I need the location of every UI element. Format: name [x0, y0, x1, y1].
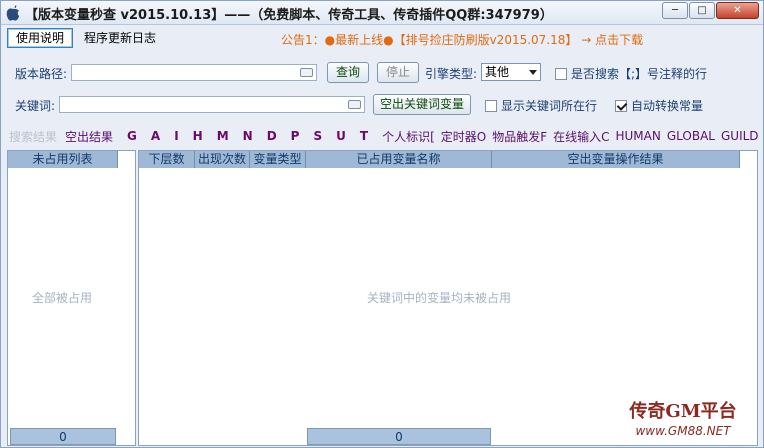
col-used-variable-name[interactable]: 已占用变量名称 — [306, 151, 492, 168]
engine-type-select[interactable]: 其他 — [481, 63, 541, 81]
show-line-label: 显示关键词所在行 — [501, 99, 598, 113]
query-button[interactable]: 查询 — [327, 62, 369, 83]
browse-icon[interactable] — [300, 68, 313, 77]
result-online-input[interactable]: 在线输入C — [553, 128, 609, 145]
empty-keyword-button[interactable]: 空出关键词变量 — [373, 94, 471, 115]
tab-bar: 使用说明 程序更新日志 — [7, 28, 167, 48]
unused-empty-message: 全部被占用 — [32, 291, 93, 305]
show-line-checkbox[interactable]: 显示关键词所在行 — [485, 97, 597, 114]
unused-list-panel[interactable]: 未占用列表 全部被占用 0 — [7, 150, 136, 446]
result-h[interactable]: H — [193, 129, 203, 143]
dropdown-icon[interactable] — [348, 100, 361, 109]
result-i[interactable]: I — [174, 129, 178, 143]
checkbox-icon — [485, 99, 497, 112]
maximize-button[interactable]: □ — [689, 2, 715, 19]
window-title: 【版本变量秒查 v2015.10.13】——（免费脚本、传奇工具、传奇插件QQ群… — [25, 8, 553, 23]
version-path-label: 版本路径: — [15, 67, 68, 81]
chevron-down-icon — [529, 70, 537, 75]
results-bar: 搜索结果 空出结果 G A I H M N D P S U T 个人标识[ 定时… — [9, 128, 764, 144]
result-p[interactable]: P — [291, 129, 300, 143]
result-personal[interactable]: 个人标识[ — [382, 128, 435, 145]
engine-type-label: 引擎类型: — [425, 67, 478, 81]
result-n[interactable]: N — [243, 129, 253, 143]
checkbox-icon — [555, 67, 567, 80]
result-g[interactable]: G — [127, 129, 137, 143]
result-empty-message: 关键词中的变量均未被占用 — [367, 291, 512, 305]
result-t[interactable]: T — [360, 129, 368, 143]
result-count: 0 — [307, 428, 491, 445]
result-empty[interactable]: 空出结果 — [65, 128, 113, 145]
title-bar[interactable]: 【版本变量秒查 v2015.10.13】——（免费脚本、传奇工具、传奇插件QQ群… — [1, 1, 763, 25]
announcement-link[interactable]: 公告1：●最新上线●【排号捡庄防刷版v2015.07.18】 → 点击下载 — [281, 31, 643, 48]
auto-convert-label: 自动转换常量 — [631, 99, 704, 113]
result-guild[interactable]: GUILD — [721, 129, 759, 143]
keyword-label: 关键词: — [15, 99, 56, 113]
site-watermark: 传奇GM平台 www.GM88.NET — [628, 400, 736, 438]
close-button[interactable]: ✕ — [716, 2, 759, 19]
search-comment-checkbox[interactable]: 是否搜索【;】号注释的行 — [555, 65, 707, 82]
stop-button[interactable]: 停止 — [377, 62, 419, 83]
result-global[interactable]: GLOBAL — [667, 129, 715, 143]
result-d[interactable]: D — [267, 129, 277, 143]
app-window: 【版本变量秒查 v2015.10.13】——（免费脚本、传奇工具、传奇插件QQ群… — [0, 0, 764, 448]
unused-count: 0 — [10, 428, 116, 445]
version-path-input[interactable] — [71, 64, 317, 81]
result-u[interactable]: U — [336, 129, 346, 143]
results-header: 搜索结果 — [9, 129, 58, 144]
apple-icon — [6, 5, 20, 21]
result-a[interactable]: A — [151, 129, 160, 143]
keyword-input[interactable] — [59, 96, 365, 113]
tab-instructions[interactable]: 使用说明 — [7, 28, 74, 48]
auto-convert-checkbox[interactable]: 自动转换常量 — [615, 97, 703, 114]
unused-list-header: 未占用列表 — [8, 151, 118, 168]
col-variable-type[interactable]: 变量类型 — [250, 151, 306, 168]
minimize-button[interactable]: ─ — [662, 2, 688, 19]
window-controls: ─ □ ✕ — [661, 2, 759, 20]
col-sublayer[interactable]: 下层数 — [139, 151, 195, 168]
search-comment-label: 是否搜索【;】号注释的行 — [571, 67, 708, 81]
checkmark-icon — [615, 99, 627, 112]
result-s[interactable]: S — [313, 129, 322, 143]
watermark-line2: www.GM88.NET — [635, 424, 732, 438]
tab-changelog[interactable]: 程序更新日志 — [75, 28, 165, 48]
result-item-trigger[interactable]: 物品触发F — [492, 128, 547, 145]
watermark-line1: 传奇GM平台 — [628, 400, 736, 422]
engine-type-value: 其他 — [485, 65, 510, 79]
col-empty-result[interactable]: 空出变量操作结果 — [492, 151, 740, 168]
result-timer[interactable]: 定时器O — [441, 128, 486, 145]
col-occurrences[interactable]: 出现次数 — [195, 151, 250, 168]
result-m[interactable]: M — [217, 129, 229, 143]
result-human[interactable]: HUMAN — [616, 129, 661, 143]
